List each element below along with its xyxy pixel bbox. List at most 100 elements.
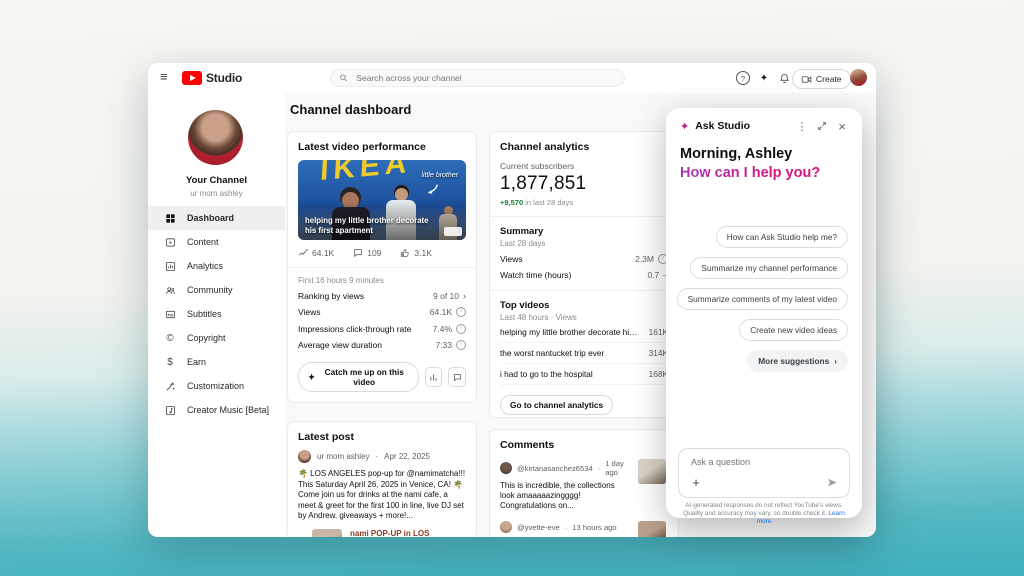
- sidebar-item-label: Community: [187, 285, 233, 295]
- search-input[interactable]: [354, 72, 616, 84]
- subscriber-count: 1,877,851: [500, 173, 668, 195]
- sidebar-item-community[interactable]: Community: [148, 278, 285, 302]
- commenter-handle[interactable]: @kirtanasanchez6534: [517, 464, 593, 473]
- divider: [288, 267, 476, 268]
- latest-post-card: Latest post ur mom ashley · Apr 22, 2025…: [287, 421, 477, 537]
- video-analytics-shortcut-button[interactable]: [425, 367, 443, 387]
- sidebar-item-subtitles[interactable]: Subtitles: [148, 302, 285, 326]
- catch-me-up-button[interactable]: ✦ Catch me up on this video: [298, 362, 419, 392]
- sidebar-item-label: Earn: [187, 357, 206, 367]
- duration-badge: [444, 227, 462, 236]
- suggestion-chip[interactable]: How can Ask Studio help me?: [716, 226, 848, 248]
- sidebar-nav: Dashboard Content Analytics Community Su…: [148, 206, 285, 422]
- commenter-handle[interactable]: @yvette-eve: [517, 523, 560, 532]
- comment-video-thumbnail: [638, 521, 666, 537]
- channel-handle: ur mom ashley: [148, 189, 285, 198]
- youtube-play-icon: [182, 71, 202, 85]
- ikea-sign: IKEA: [319, 160, 412, 188]
- sidebar-item-label: Subtitles: [187, 309, 222, 319]
- suggestion-chip[interactable]: Summarize comments of my latest video: [677, 288, 848, 310]
- subtitles-icon: [164, 308, 176, 320]
- create-label: Create: [816, 74, 842, 84]
- dashboard-icon: [164, 212, 176, 224]
- hamburger-menu-icon[interactable]: ≡: [160, 69, 168, 84]
- post-author-name[interactable]: ur mom ashley: [317, 452, 369, 461]
- info-icon[interactable]: i: [456, 340, 466, 350]
- subscriber-delta: +9,570 in last 28 days: [500, 198, 668, 207]
- meta-dot: ·: [598, 464, 601, 473]
- summary-period: Last 28 days: [500, 239, 668, 248]
- customization-icon: [164, 380, 176, 392]
- more-suggestions-chip[interactable]: More suggestions ›: [747, 350, 848, 372]
- search-bar[interactable]: [330, 69, 625, 87]
- video-comments-shortcut-button[interactable]: [448, 367, 466, 387]
- commenter-avatar: [500, 462, 512, 474]
- sidebar-item-content[interactable]: Content: [148, 230, 285, 254]
- sidebar-item-dashboard[interactable]: Dashboard: [148, 206, 285, 230]
- studio-wordmark: Studio: [206, 71, 242, 85]
- channel-avatar[interactable]: [188, 110, 243, 165]
- post-author-avatar[interactable]: [298, 450, 311, 463]
- sidebar-item-creator-music[interactable]: Creator Music [Beta]: [148, 398, 285, 422]
- top-video-row[interactable]: i had to go to the hospital 168K: [500, 364, 668, 385]
- divider: [490, 290, 678, 291]
- current-subscribers-label: Current subscribers: [500, 161, 668, 171]
- close-icon[interactable]: ×: [835, 119, 849, 133]
- content-icon: [164, 236, 176, 248]
- create-button[interactable]: Create: [792, 69, 851, 89]
- embed-thumbnail: [312, 529, 342, 538]
- summary-watchtime-row: Watch time (hours) 0.7–: [500, 265, 668, 282]
- chevron-right-icon: ›: [834, 356, 837, 366]
- top-video-row[interactable]: helping my little brother decorate his f…: [500, 322, 668, 343]
- ask-studio-sparkle-button[interactable]: ✦: [756, 70, 772, 86]
- sidebar-item-analytics[interactable]: Analytics: [148, 254, 285, 278]
- search-icon: [339, 73, 348, 83]
- notifications-button[interactable]: [776, 70, 792, 86]
- attach-plus-button[interactable]: +: [688, 474, 704, 490]
- chevron-right-icon[interactable]: ›: [463, 291, 466, 301]
- topbar: ≡ Studio ? ✦ Create: [148, 63, 876, 94]
- sidebar-item-customization[interactable]: Customization: [148, 374, 285, 398]
- sidebar-item-earn[interactable]: $ Earn: [148, 350, 285, 374]
- comment-item[interactable]: @kirtanasanchez6534 · 1 day ago This is …: [500, 459, 668, 511]
- send-button[interactable]: [824, 474, 840, 490]
- ask-question-input[interactable]: [689, 456, 839, 468]
- info-icon[interactable]: i: [456, 324, 466, 334]
- sidebar-item-label: Customization: [187, 381, 244, 391]
- post-embed[interactable]: nami POP-UP in LOS ANGELES! ur mom ashle…: [312, 529, 466, 538]
- suggestion-chip[interactable]: Create new video ideas: [739, 319, 848, 341]
- community-icon: [164, 284, 176, 296]
- go-to-channel-analytics-button[interactable]: Go to channel analytics: [500, 395, 613, 415]
- ask-studio-title: Ask Studio: [695, 120, 789, 132]
- top-video-row[interactable]: the worst nantucket trip ever 314K: [500, 343, 668, 364]
- chart-icon: [429, 373, 438, 382]
- expand-icon[interactable]: [815, 119, 829, 133]
- ask-studio-sparkle-icon: ✦: [680, 120, 689, 133]
- sidebar-item-copyright[interactable]: © Copyright: [148, 326, 285, 350]
- sparkle-icon: ✦: [308, 372, 315, 382]
- ranking-row[interactable]: Ranking by views 9 of 10›: [298, 285, 466, 302]
- comment-item[interactable]: @yvette-eve · 13 hours ago this is so cr…: [500, 521, 668, 537]
- dollar-icon: $: [164, 356, 176, 368]
- first-hours-label: First 16 hours 9 minutes: [298, 276, 466, 285]
- thumbnail-title-overlay: helping my little brother decorate his f…: [305, 216, 432, 235]
- bell-icon: [779, 73, 790, 84]
- greeting-name: Morning, Ashley: [680, 146, 792, 162]
- thumbs-up-icon: [400, 248, 410, 258]
- desktop-background: ≡ Studio ? ✦ Create Your Channel: [0, 0, 1024, 576]
- comments-icon: [353, 248, 363, 258]
- channel-name: Your Channel: [148, 175, 285, 186]
- suggestion-chip[interactable]: Summarize my channel performance: [690, 257, 848, 279]
- info-icon[interactable]: i: [456, 307, 466, 317]
- comment-time: 1 day ago: [605, 459, 630, 477]
- latest-video-thumbnail[interactable]: IKEA little brother helping my little br…: [298, 160, 466, 240]
- more-options-icon[interactable]: ⋮: [795, 119, 809, 133]
- card-title: Latest video performance: [298, 141, 466, 153]
- thumbnail-annotation: little brother: [421, 172, 458, 179]
- help-icon: ?: [736, 71, 750, 85]
- ask-question-box[interactable]: +: [678, 448, 850, 498]
- top-videos-period: Last 48 hours · Views: [500, 313, 668, 322]
- account-avatar[interactable]: [850, 69, 867, 86]
- help-button[interactable]: ?: [735, 70, 751, 86]
- youtube-studio-logo[interactable]: Studio: [182, 71, 242, 85]
